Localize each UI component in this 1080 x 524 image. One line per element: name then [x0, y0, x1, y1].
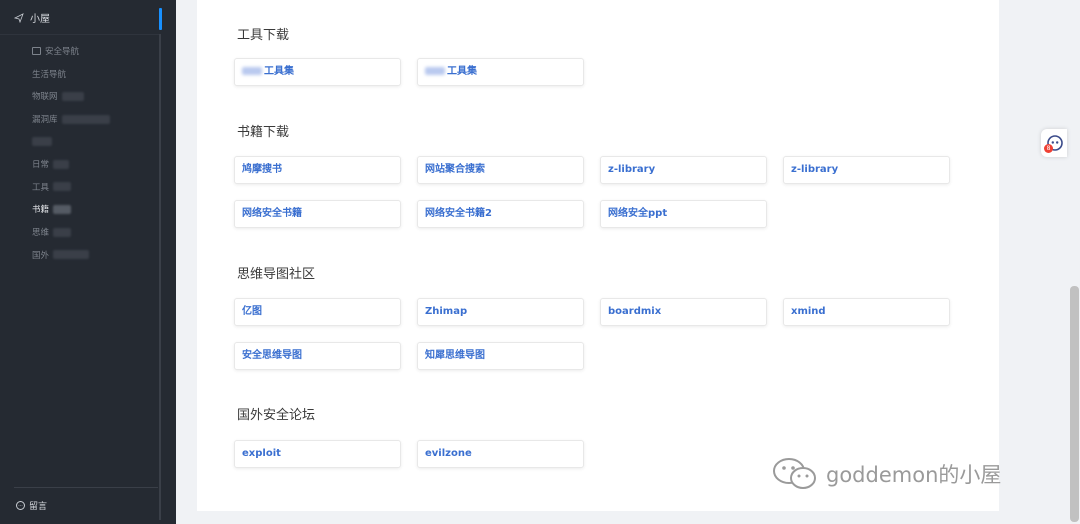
link-card[interactable]: 网络安全书籍: [234, 200, 401, 228]
notification-badge: 8: [1044, 144, 1053, 153]
section-tool-download: 工具下载 工具集 工具集: [234, 26, 584, 86]
monitor-icon: [32, 47, 41, 56]
redacted-text: [53, 250, 90, 260]
sidebar-item-label: 生活导航: [32, 69, 67, 80]
link-card[interactable]: 工具集: [417, 58, 584, 86]
sidebar-item-daily[interactable]: 日常: [32, 153, 110, 176]
link-card[interactable]: Zhimap: [417, 298, 584, 326]
sidebar-header[interactable]: 小屋: [14, 10, 50, 25]
divider: [0, 34, 159, 35]
redacted-text: [32, 137, 52, 147]
sidebar-item-label: 日常: [32, 160, 50, 171]
redacted-text: [61, 114, 110, 124]
message-icon: ···: [16, 501, 25, 510]
section-title: 思维导图社区: [237, 267, 316, 282]
link-card[interactable]: 网站聚合搜索: [417, 156, 584, 184]
sidebar-item-life-nav[interactable]: 生活导航: [32, 63, 110, 86]
wechat-icon: [773, 458, 816, 489]
sidebar-item-label: 书籍: [32, 205, 50, 216]
sidebar-item-foreign[interactable]: 国外: [32, 243, 110, 266]
send-icon: [14, 12, 24, 23]
sidebar-item-books[interactable]: 书籍: [32, 198, 110, 221]
redacted-text: [242, 67, 262, 75]
section-title: 书籍下载: [237, 125, 290, 140]
sidebar-item-label: 思维: [32, 228, 50, 239]
sidebar-item-label: 国外: [32, 250, 50, 261]
link-card[interactable]: 知犀思维导图: [417, 342, 584, 370]
link-card[interactable]: 鸠摩搜书: [234, 156, 401, 184]
sidebar-item-hidden[interactable]: [32, 130, 110, 153]
sidebar-scrollbar[interactable]: [159, 34, 161, 520]
sidebar: 小屋 安全导航 生活导航 物联网 漏洞库 日常 工具 书籍 思维 国外 ··· …: [0, 0, 176, 524]
chat-widget[interactable]: 8: [1041, 129, 1067, 157]
sidebar-menu: 安全导航 生活导航 物联网 漏洞库 日常 工具 书籍 思维 国外: [32, 40, 110, 266]
sidebar-item-iot[interactable]: 物联网: [32, 85, 110, 108]
redacted-text: [53, 204, 72, 214]
main-content: 工具下载 工具集 工具集 书籍下载 鸠摩搜书 网站聚合搜索 z-library …: [197, 0, 999, 511]
redacted-text: [61, 91, 84, 101]
section-title: 工具下载: [237, 28, 290, 43]
divider: [14, 487, 158, 488]
link-card[interactable]: 亿图: [234, 298, 401, 326]
watermark: goddemon的小屋: [770, 456, 1001, 492]
sidebar-item-label: 物联网: [32, 92, 58, 103]
page-scrollbar-thumb[interactable]: [1070, 286, 1079, 522]
sidebar-item-vuln[interactable]: 漏洞库: [32, 108, 110, 131]
section-title: 国外安全论坛: [237, 408, 316, 423]
link-card[interactable]: exploit: [234, 440, 401, 468]
section-book-download: 书籍下载 鸠摩搜书 网站聚合搜索 z-library z-library 网络安…: [234, 123, 950, 228]
redacted-text: [53, 227, 72, 237]
guestbook-link[interactable]: ··· 留言: [16, 499, 47, 512]
section-mindmap-community: 思维导图社区 亿图 Zhimap boardmix xmind 安全思维导图 知…: [234, 265, 950, 370]
sidebar-item-label: 工具: [32, 182, 50, 193]
sidebar-title: 小屋: [30, 14, 50, 25]
link-card[interactable]: z-library: [600, 156, 767, 184]
redacted-text: [53, 182, 72, 192]
link-card[interactable]: 安全思维导图: [234, 342, 401, 370]
redacted-text: [53, 159, 70, 169]
section-foreign-forums: 国外安全论坛 exploit evilzone: [234, 406, 584, 468]
watermark-text: goddemon的小屋: [826, 463, 1002, 487]
sidebar-item-tools[interactable]: 工具: [32, 176, 110, 199]
link-card[interactable]: evilzone: [417, 440, 584, 468]
link-card[interactable]: boardmix: [600, 298, 767, 326]
sidebar-item-label: 漏洞库: [32, 115, 58, 126]
link-card[interactable]: z-library: [783, 156, 950, 184]
sidebar-item-security-nav[interactable]: 安全导航: [32, 40, 110, 63]
guestbook-label: 留言: [29, 502, 48, 512]
redacted-text: [425, 67, 445, 75]
link-card[interactable]: 网络安全ppt: [600, 200, 767, 228]
sidebar-active-indicator: [159, 8, 162, 30]
link-card[interactable]: 工具集: [234, 58, 401, 86]
sidebar-item-mindmap[interactable]: 思维: [32, 221, 110, 244]
link-card[interactable]: 网络安全书籍2: [417, 200, 584, 228]
sidebar-item-label: 安全导航: [45, 47, 80, 58]
link-card[interactable]: xmind: [783, 298, 950, 326]
